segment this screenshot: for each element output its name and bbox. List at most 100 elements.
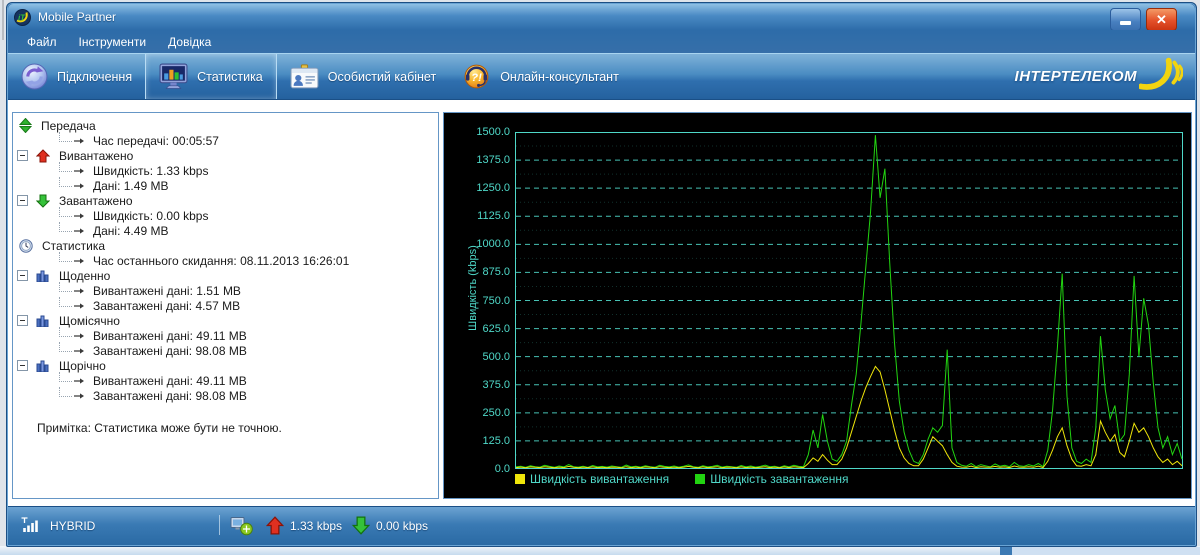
collapse-expander-icon[interactable]: [17, 150, 28, 161]
tree-connector: [59, 162, 72, 172]
personal-cabinet-label: Особистий кабінет: [327, 69, 437, 84]
tree-item-label: Вивантажено: [59, 148, 134, 163]
tree-item-label: Передача: [41, 118, 96, 133]
tree-connector: [59, 282, 72, 292]
tree-leaf-row[interactable]: Час останнього скидання: 08.11.2013 16:2…: [13, 252, 438, 268]
statistics-tree: Передача Час передачі: 00:05:57 Вивантажен…: [13, 113, 438, 403]
tree-group-row[interactable]: Щорічно: [13, 358, 438, 373]
bars-icon: [36, 314, 50, 327]
tree-leaf-row[interactable]: Дані: 4.49 MB: [13, 222, 438, 238]
tree-group-row[interactable]: Щомісячно: [13, 313, 438, 328]
app-window: iT Mobile Partner ✕ Файл Інструменти Дов…: [6, 2, 1197, 547]
minimize-icon: [1120, 21, 1131, 25]
tree-item-label: Щомісячно: [59, 313, 120, 328]
tree-item-label: Дані: 1.49 MB: [93, 178, 169, 193]
tree-connector: [59, 372, 72, 382]
leaf-arrow-icon: [74, 377, 84, 385]
brand-swoosh-icon: [1138, 57, 1184, 96]
tree-group-row[interactable]: Статистика: [13, 238, 438, 253]
connection-label: Підключення: [57, 69, 133, 84]
title-bar[interactable]: iT Mobile Partner ✕: [8, 4, 1195, 31]
statistics-label: Статистика: [197, 69, 263, 84]
clock-icon: [19, 238, 33, 253]
menu-file[interactable]: Файл: [16, 32, 68, 52]
statistics-note: Примітка: Статистика може бути не точною…: [37, 421, 282, 435]
collapse-expander-icon[interactable]: [17, 315, 28, 326]
download-speed-value: 0.00 kbps: [376, 519, 429, 533]
leaf-arrow-icon: [74, 332, 84, 340]
tree-group-row[interactable]: Передача: [13, 118, 438, 133]
minimize-button[interactable]: [1110, 8, 1141, 31]
collapse-expander-icon[interactable]: [17, 360, 28, 371]
upload-speed-value: 1.33 kbps: [290, 519, 343, 533]
online-consultant-label: Онлайн-консультант: [500, 69, 619, 84]
y-tick-label: 750.0: [482, 294, 510, 307]
tree-leaf-row[interactable]: Час передачі: 00:05:57: [13, 132, 438, 148]
connection-button[interactable]: Підключення: [8, 54, 145, 99]
download-arrow-icon: [351, 516, 371, 540]
tree-leaf-row[interactable]: Вивантажені дані: 1.51 MB: [13, 282, 438, 298]
y-tick-label: 875.0: [482, 266, 510, 279]
leaf-arrow-icon: [74, 257, 84, 265]
tree-group-row[interactable]: Вивантажено: [13, 148, 438, 163]
window-title: Mobile Partner: [38, 10, 117, 24]
tree-connector: [59, 387, 72, 397]
y-tick-label: 1125.0: [477, 210, 510, 223]
tree-connector: [59, 207, 72, 217]
leaf-arrow-icon: [74, 347, 84, 355]
network-connection-icon: [230, 516, 254, 541]
leaf-arrow-icon: [74, 137, 84, 145]
tree-item-label: Швидкість: 1.33 kbps: [93, 163, 209, 178]
online-consultant-button[interactable]: ?! Онлайн-консультант: [449, 54, 632, 99]
leaf-arrow-icon: [74, 392, 84, 400]
upload-icon: [36, 148, 50, 163]
app-logo-icon: iT: [14, 8, 31, 26]
brand-logo-text: ІНТЕРТЕЛЕКОМ: [1014, 68, 1137, 85]
tree-leaf-row[interactable]: Вивантажені дані: 49.11 MB: [13, 327, 438, 343]
tree-item-label: Вивантажені дані: 49.11 MB: [93, 373, 247, 388]
online-consultant-icon: ?!: [462, 62, 491, 91]
svg-text:?!: ?!: [471, 72, 482, 84]
tree-connector: [59, 252, 72, 262]
close-button[interactable]: ✕: [1146, 8, 1177, 31]
statistics-button[interactable]: Статистика: [145, 54, 277, 99]
speed-chart-canvas: [515, 132, 1183, 469]
tree-leaf-row[interactable]: Завантажені дані: 4.57 MB: [13, 297, 438, 313]
y-tick-label: 125.0: [482, 434, 510, 447]
y-tick-label: 0.0: [494, 463, 510, 475]
tree-leaf-row[interactable]: Вивантажені дані: 49.11 MB: [13, 372, 438, 388]
background-strip-notch: [1000, 547, 1012, 555]
legend-download-label: Швидкість завантаження: [710, 472, 849, 486]
y-tick-label: 500.0: [482, 350, 510, 363]
tree-connector: [59, 132, 72, 142]
personal-cabinet-button[interactable]: Особистий кабінет: [277, 54, 449, 99]
tree-group-row[interactable]: Щоденно: [13, 268, 438, 283]
collapse-expander-icon[interactable]: [17, 195, 28, 206]
y-tick-label: 1000.0: [476, 238, 510, 251]
tree-leaf-row[interactable]: Швидкість: 1.33 kbps: [13, 162, 438, 178]
menu-tools[interactable]: Інструменти: [68, 32, 158, 52]
series-upload: [515, 365, 1183, 469]
bars-icon: [36, 269, 50, 282]
y-tick-label: 375.0: [482, 378, 510, 391]
tree-item-label: Щоденно: [59, 268, 111, 283]
statistics-tree-panel: Передача Час передачі: 00:05:57 Вивантажен…: [12, 112, 439, 499]
download-icon: [36, 194, 50, 208]
tree-leaf-row[interactable]: Завантажені дані: 98.08 MB: [13, 342, 438, 358]
tree-leaf-row[interactable]: Дані: 1.49 MB: [13, 177, 438, 193]
status-bar: HYBRID 1.33 kbps 0.00 kbps: [8, 506, 1195, 545]
status-divider: [219, 515, 220, 535]
leaf-arrow-icon: [74, 167, 84, 175]
speed-chart-panel: Швидкість (kbps) 0.0 125.0 250.0 375.0 500.0…: [443, 112, 1192, 499]
tree-connector: [59, 297, 72, 307]
tree-item-label: Час останнього скидання: 08.11.2013 16:2…: [93, 253, 350, 268]
svg-text:iT: iT: [18, 13, 26, 22]
tree-group-row[interactable]: Завантажено: [13, 193, 438, 208]
tree-leaf-row[interactable]: Швидкість: 0.00 kbps: [13, 207, 438, 223]
collapse-expander-icon[interactable]: [17, 270, 28, 281]
tree-leaf-row[interactable]: Завантажені дані: 98.08 MB: [13, 387, 438, 403]
legend-download: Швидкість завантаження: [695, 472, 848, 486]
content-area: Передача Час передачі: 00:05:57 Вивантажен…: [8, 100, 1195, 506]
menu-help[interactable]: Довідка: [157, 32, 222, 52]
y-tick-label: 1375.0: [476, 154, 510, 167]
